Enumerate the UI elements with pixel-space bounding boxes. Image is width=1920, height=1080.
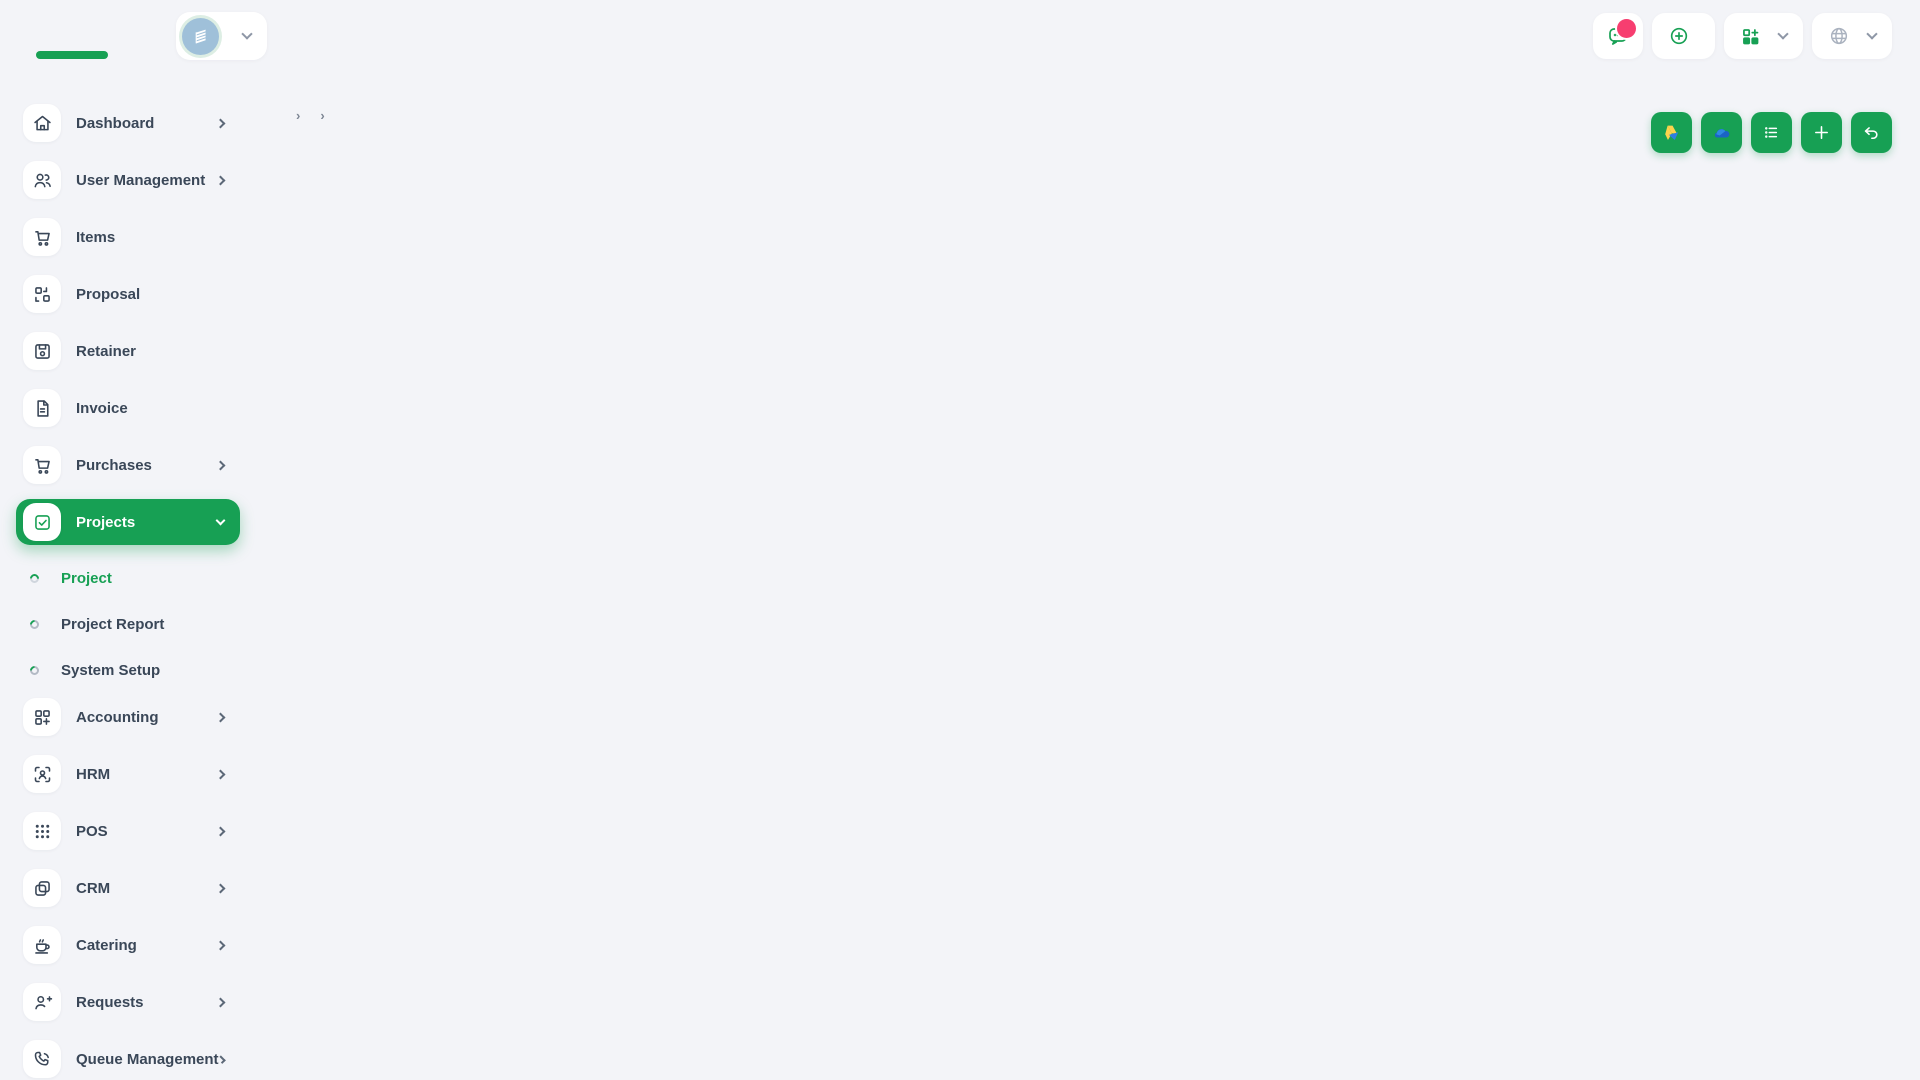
chevron-right-icon: [216, 997, 226, 1007]
user-plus-icon: [23, 983, 61, 1021]
sidebar-item-items[interactable]: Items: [16, 214, 240, 260]
chevron-right-icon: [216, 712, 226, 722]
proposal-icon: [23, 275, 61, 313]
sidebar-nav: Dashboard User Management Items Proposal Ret…: [0, 72, 256, 1080]
create-workspace-button[interactable]: [1652, 13, 1715, 59]
grid-plus-icon: [1740, 26, 1761, 47]
cart-icon: [23, 446, 61, 484]
accounting-icon: [23, 698, 61, 736]
globe-icon: [1828, 25, 1850, 47]
invoice-icon: [23, 389, 61, 427]
sidebar-item-requests[interactable]: Requests: [16, 979, 240, 1025]
sidebar-subitem-system-setup[interactable]: System Setup: [30, 648, 240, 692]
google-drive-button[interactable]: [1651, 112, 1692, 153]
sidebar-item-dashboard[interactable]: Dashboard: [16, 100, 240, 146]
apps-dropdown[interactable]: [1724, 13, 1803, 59]
sidebar-item-label: Projects: [76, 514, 217, 531]
sidebar-subitem-project[interactable]: Project: [30, 556, 240, 600]
plus-circle-icon: [1668, 25, 1690, 47]
undo-icon: [1861, 122, 1882, 143]
sidebar-item-crm[interactable]: CRM: [16, 865, 240, 911]
sidebar-item-label: Dashboard: [76, 115, 217, 132]
bullet-icon: [28, 618, 41, 631]
sidebar-item-pos[interactable]: POS: [16, 808, 240, 854]
sidebar-item-user-management[interactable]: User Management: [16, 157, 240, 203]
chevron-right-icon: [216, 826, 226, 836]
catering-icon: [23, 926, 61, 964]
onedrive-button[interactable]: [1701, 112, 1742, 153]
phone-icon: [23, 1040, 61, 1078]
top-header: [0, 0, 1920, 72]
messages-button[interactable]: [1593, 13, 1643, 59]
chevron-right-icon: [216, 175, 226, 185]
sidebar-item-label: Catering: [76, 937, 217, 954]
workspace-selector[interactable]: [176, 12, 267, 60]
project-check-icon: [23, 503, 61, 541]
sidebar-item-label: Proposal: [76, 286, 230, 303]
list-icon: [1761, 122, 1782, 143]
workspace-building-icon: [182, 18, 219, 55]
sidebar-item-label: Items: [76, 229, 230, 246]
sidebar-subitem-label: System Setup: [61, 662, 160, 679]
messages-count-badge: [1617, 19, 1636, 38]
sidebar-item-retainer[interactable]: Retainer: [16, 328, 240, 374]
sidebar-item-proposal[interactable]: Proposal: [16, 271, 240, 317]
sidebar-item-label: CRM: [76, 880, 217, 897]
chevron-down-icon: [1777, 28, 1788, 39]
users-icon: [23, 161, 61, 199]
bullet-icon: [28, 664, 41, 677]
logo-accent-bar: [36, 51, 108, 59]
plus-icon: [1811, 122, 1832, 143]
home-icon: [23, 104, 61, 142]
sidebar-item-catering[interactable]: Catering: [16, 922, 240, 968]
bullet-icon: [28, 572, 41, 585]
google-drive-icon: [1661, 122, 1683, 144]
main-content: › ›: [256, 72, 1920, 1080]
chevron-right-icon: [216, 460, 226, 470]
chevron-down-icon: [216, 515, 226, 525]
sidebar-item-label: Retainer: [76, 343, 230, 360]
chevron-right-icon: [216, 769, 226, 779]
page-toolbar: [1651, 112, 1892, 153]
chevron-down-icon: [1866, 28, 1877, 39]
language-dropdown[interactable]: [1812, 13, 1892, 59]
pos-icon: [23, 812, 61, 850]
sidebar-subitem-label: Project Report: [61, 616, 164, 633]
sidebar-item-label: Accounting: [76, 709, 217, 726]
sidebar-item-label: Queue Management: [76, 1051, 219, 1068]
header-actions: [1593, 13, 1892, 59]
sidebar-item-hrm[interactable]: HRM: [16, 751, 240, 797]
sidebar-item-label: Requests: [76, 994, 217, 1011]
hrm-icon: [23, 755, 61, 793]
crm-icon: [23, 869, 61, 907]
breadcrumb-separator: ›: [296, 108, 300, 123]
chevron-right-icon: [216, 940, 226, 950]
chevron-down-icon: [241, 28, 252, 39]
sidebar-subitem-project-report[interactable]: Project Report: [30, 602, 240, 646]
chevron-right-icon: [216, 118, 226, 128]
sidebar-item-label: HRM: [76, 766, 217, 783]
list-button[interactable]: [1751, 112, 1792, 153]
plus-button[interactable]: [1801, 112, 1842, 153]
sidebar-item-invoice[interactable]: Invoice: [16, 385, 240, 431]
sidebar-item-label: Purchases: [76, 457, 217, 474]
sidebar-item-queue-management[interactable]: Queue Management: [16, 1036, 240, 1080]
sidebar-item-label: Invoice: [76, 400, 230, 417]
onedrive-icon: [1710, 121, 1734, 145]
sidebar-item-label: User Management: [76, 172, 217, 189]
sidebar-subitem-label: Project: [61, 570, 112, 587]
undo-button[interactable]: [1851, 112, 1892, 153]
breadcrumb: › ›: [286, 108, 335, 123]
sidebar-item-projects[interactable]: Projects: [16, 499, 240, 545]
sidebar-item-purchases[interactable]: Purchases: [16, 442, 240, 488]
sidebar-item-label: POS: [76, 823, 217, 840]
breadcrumb-separator: ›: [320, 108, 324, 123]
retainer-icon: [23, 332, 61, 370]
chevron-right-icon: [216, 883, 226, 893]
page-header: › ›: [286, 96, 1920, 153]
cart-icon: [23, 218, 61, 256]
sidebar-item-accounting[interactable]: Accounting: [16, 694, 240, 740]
